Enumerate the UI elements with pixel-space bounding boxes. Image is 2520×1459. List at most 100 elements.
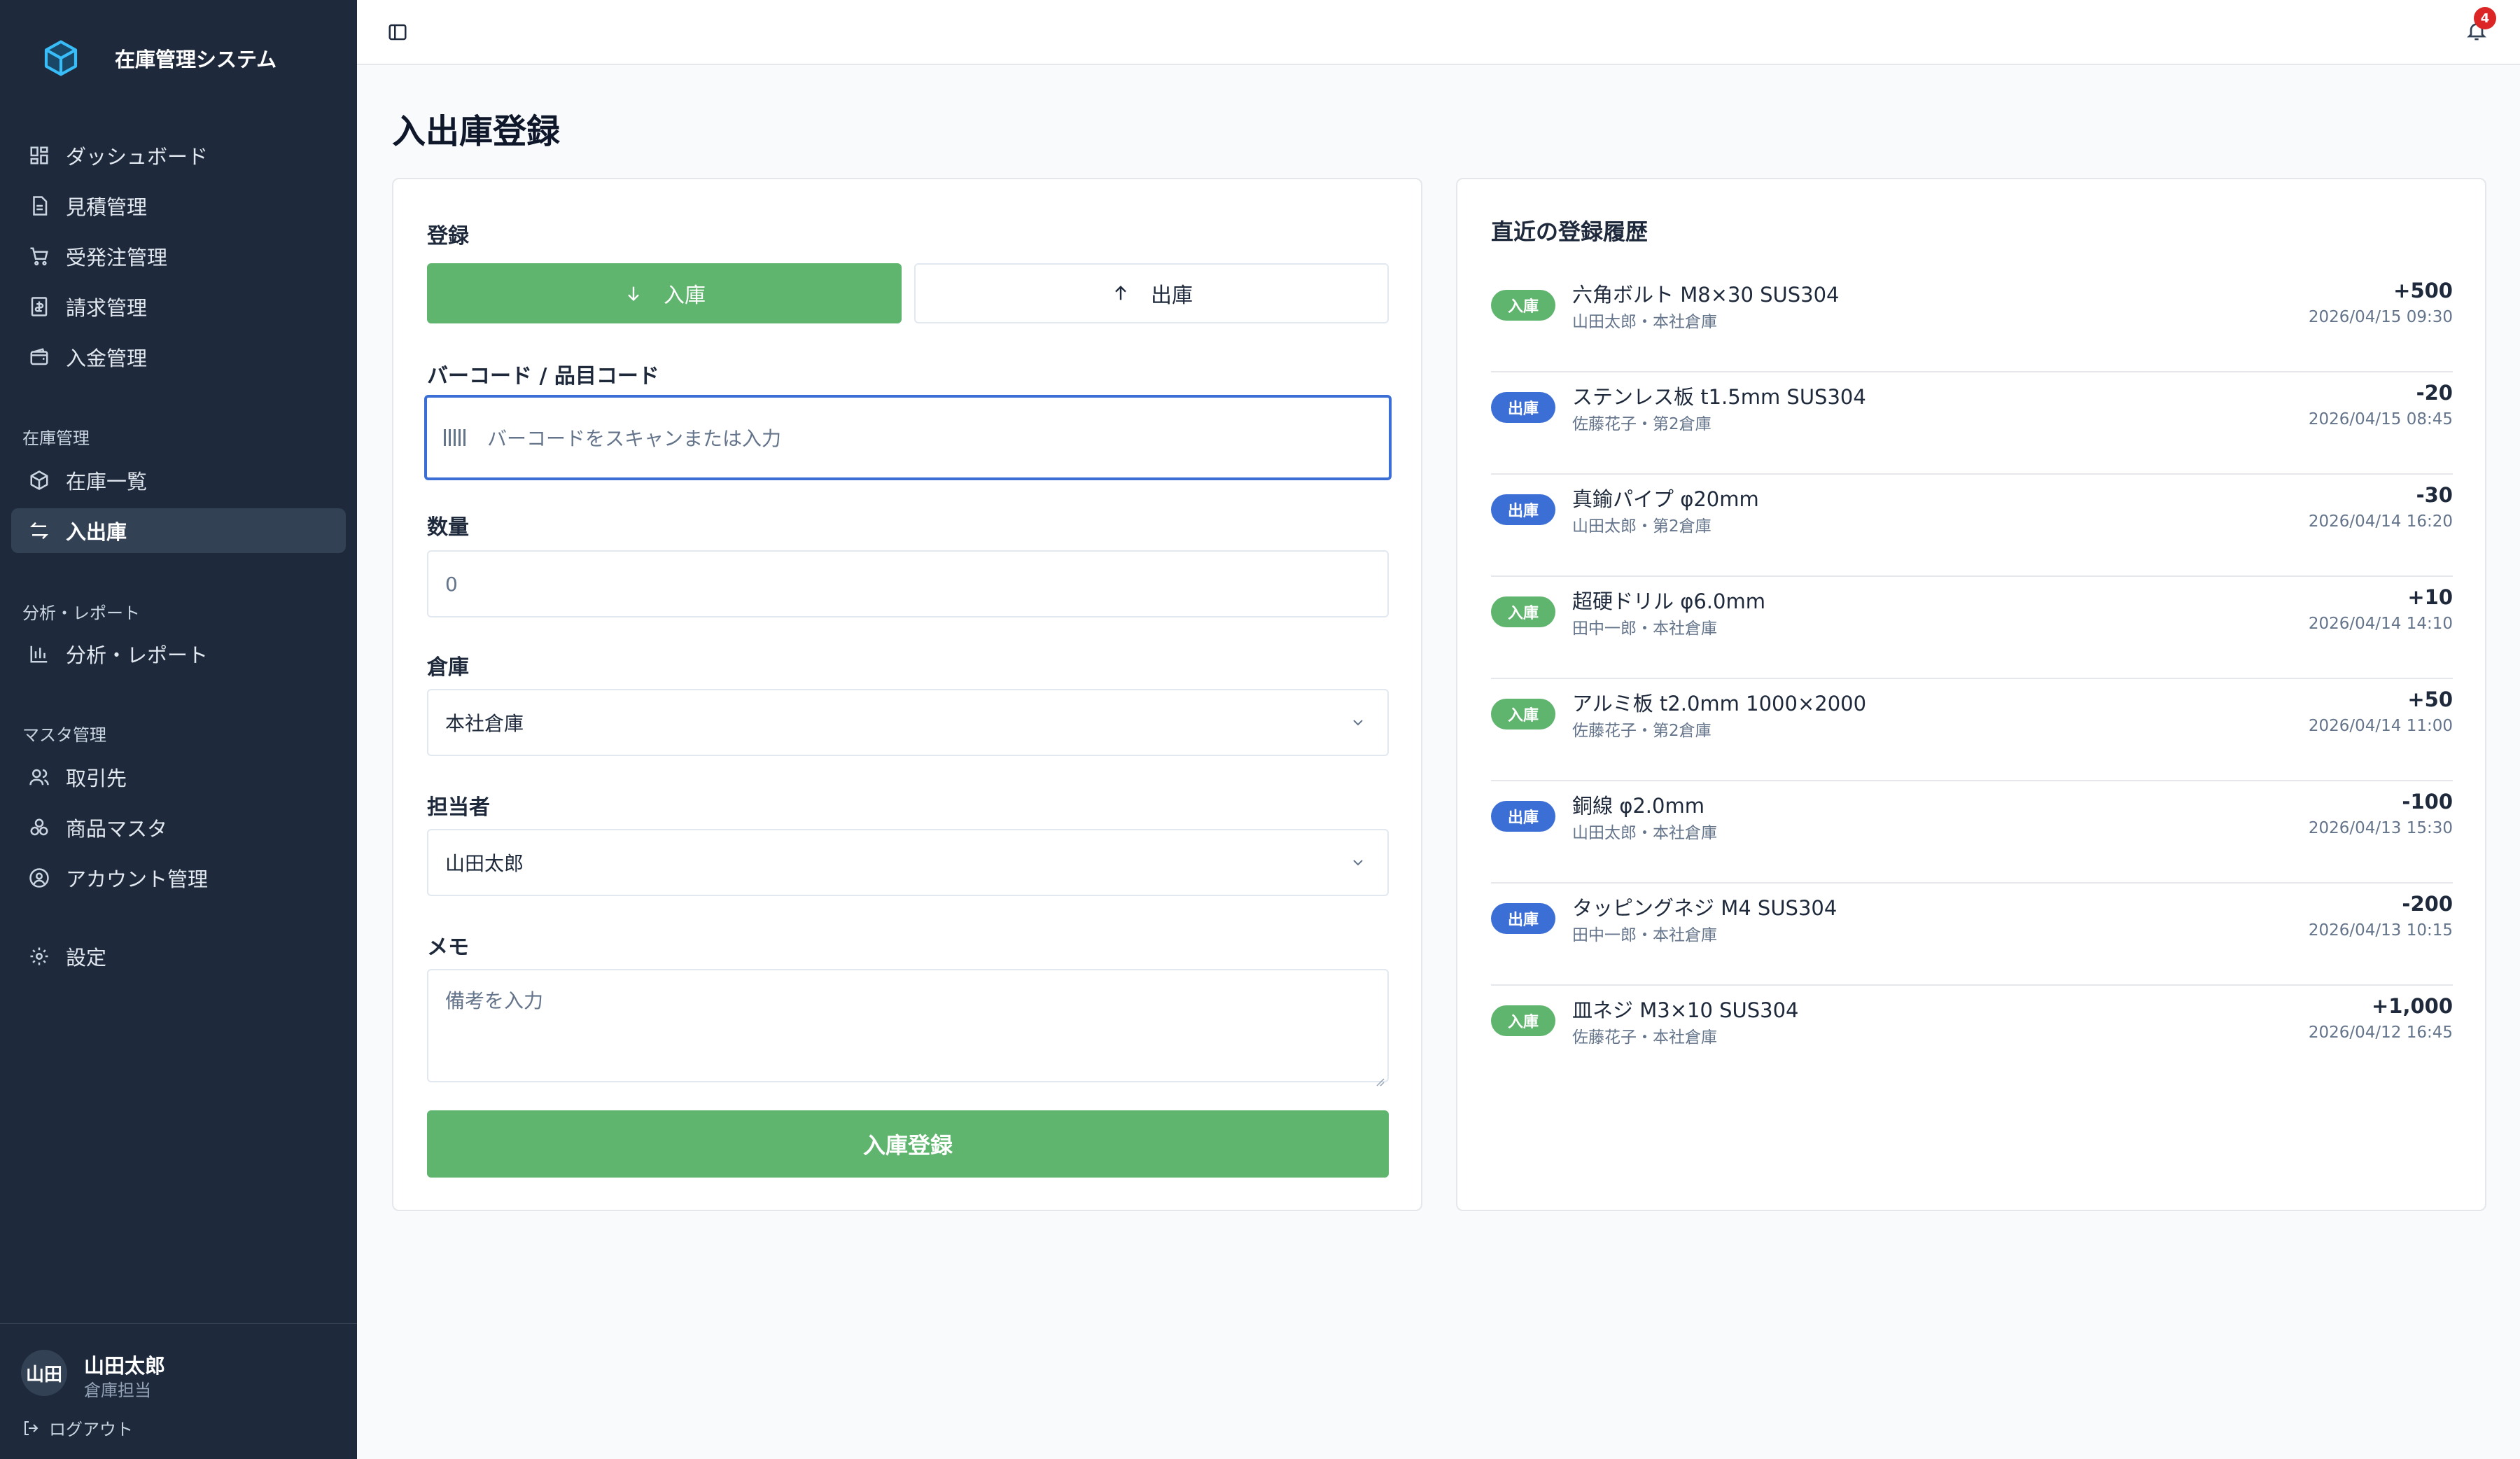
warehouse-select[interactable]: 本社倉庫 xyxy=(427,689,1389,756)
sidebar-item-label: 分析・レポート xyxy=(66,643,209,667)
sidebar: 在庫管理システム ダッシュボード 見積管理 受発注管理 請求管理 入金管理 在庫… xyxy=(0,0,357,1459)
item-quantity: +500 xyxy=(2393,279,2453,302)
item-name: 皿ネジ M3×10 SUS304 xyxy=(1572,998,1799,1022)
memo-placeholder: 備考を入力 xyxy=(445,989,544,1012)
sidebar-item-products[interactable]: 商品マスタ xyxy=(11,805,346,850)
section-master: マスタ管理 xyxy=(22,725,106,745)
item-meta: 田中一郎・本社倉庫 xyxy=(1572,926,1717,944)
document-icon xyxy=(28,195,50,217)
quantity-value: 0 xyxy=(445,572,458,596)
sidebar-item-label: ダッシュボード xyxy=(66,145,209,169)
item-meta: 山田太郎・本社倉庫 xyxy=(1572,313,1717,331)
item-name: 銅線 φ2.0mm xyxy=(1572,794,1704,818)
status-badge: 入庫 xyxy=(1491,699,1555,730)
user-role: 倉庫担当 xyxy=(84,1381,151,1400)
type-out-button[interactable]: 出庫 xyxy=(914,263,1389,323)
item-name: 超硬ドリル φ6.0mm xyxy=(1572,589,1765,613)
cart-icon xyxy=(28,245,50,267)
item-meta: 佐藤花子・本社倉庫 xyxy=(1572,1028,1717,1047)
sidebar-item-partners[interactable]: 取引先 xyxy=(11,755,346,800)
registration-form-card: 登録 入庫 出庫 バーコード / 品目コード バーコードをスキャンまたは入力 数… xyxy=(392,178,1422,1211)
sidebar-item-stock-io[interactable]: 入出庫 xyxy=(11,508,346,553)
sidebar-item-label: アカウント管理 xyxy=(66,867,209,891)
notification-bell-icon[interactable]: 4 xyxy=(2463,7,2496,45)
logout-link[interactable]: ログアウト xyxy=(22,1416,133,1440)
history-title: 直近の登録履歴 xyxy=(1491,218,1648,245)
status-badge: 出庫 xyxy=(1491,392,1555,423)
warehouse-value: 本社倉庫 xyxy=(445,712,524,735)
sidebar-toggle-icon[interactable] xyxy=(385,20,410,45)
memo-textarea[interactable]: 備考を入力 xyxy=(427,969,1389,1087)
section-analysis: 分析・レポート xyxy=(22,603,140,623)
quantity-input[interactable]: 0 xyxy=(427,550,1389,617)
sidebar-item-settings[interactable]: 設定 xyxy=(11,934,346,979)
item-quantity: -100 xyxy=(2402,790,2453,814)
page-title: 入出庫登録 xyxy=(392,112,561,151)
history-row[interactable]: 入庫 超硬ドリル φ6.0mm 田中一郎・本社倉庫 +10 2026/04/14… xyxy=(1491,577,2453,679)
sidebar-item-analysis[interactable]: 分析・レポート xyxy=(11,631,346,676)
item-quantity: +10 xyxy=(2407,585,2453,609)
chevron-down-icon xyxy=(1350,854,1366,871)
top-header: 4 xyxy=(357,0,2520,65)
history-row[interactable]: 入庫 六角ボルト M8×30 SUS304 山田太郎・本社倉庫 +500 202… xyxy=(1491,270,2453,372)
history-row[interactable]: 出庫 銅線 φ2.0mm 山田太郎・本社倉庫 -100 2026/04/13 1… xyxy=(1491,781,2453,884)
submit-button[interactable]: 入庫登録 xyxy=(427,1110,1389,1178)
item-meta: 佐藤花子・第2倉庫 xyxy=(1572,415,1712,433)
cube-logo-icon xyxy=(39,36,83,80)
sidebar-item-quotes[interactable]: 見積管理 xyxy=(11,183,346,228)
sidebar-item-stock-list[interactable]: 在庫一覧 xyxy=(11,458,346,503)
sidebar-item-label: 入金管理 xyxy=(66,347,148,370)
item-timestamp: 2026/04/15 09:30 xyxy=(2308,308,2453,326)
item-timestamp: 2026/04/15 08:45 xyxy=(2308,410,2453,428)
brand[interactable]: 在庫管理システム xyxy=(39,36,276,80)
history-row[interactable]: 入庫 皿ネジ M3×10 SUS304 佐藤花子・本社倉庫 +1,000 202… xyxy=(1491,986,2453,1088)
barcode-input[interactable]: バーコードをスキャンまたは入力 xyxy=(424,395,1392,480)
status-badge: 出庫 xyxy=(1491,494,1555,525)
status-badge: 入庫 xyxy=(1491,596,1555,627)
sidebar-item-dashboard[interactable]: ダッシュボード xyxy=(11,133,346,178)
status-badge: 出庫 xyxy=(1491,903,1555,934)
dashboard-icon xyxy=(28,144,50,167)
sidebar-item-orders[interactable]: 受発注管理 xyxy=(11,234,346,279)
sidebar-item-accounts[interactable]: アカウント管理 xyxy=(11,856,346,900)
item-timestamp: 2026/04/13 10:15 xyxy=(2308,921,2453,940)
status-badge: 出庫 xyxy=(1491,801,1555,832)
status-badge: 入庫 xyxy=(1491,290,1555,321)
history-row[interactable]: 入庫 アルミ板 t2.0mm 1000×2000 佐藤花子・第2倉庫 +50 2… xyxy=(1491,679,2453,781)
sidebar-item-invoices[interactable]: 請求管理 xyxy=(11,284,346,329)
app-title: 在庫管理システム xyxy=(115,48,277,71)
swap-icon xyxy=(28,519,50,542)
person-select[interactable]: 山田太郎 xyxy=(427,829,1389,896)
item-timestamp: 2026/04/14 16:20 xyxy=(2308,512,2453,531)
history-row[interactable]: 出庫 真鍮パイプ φ20mm 山田太郎・第2倉庫 -30 2026/04/14 … xyxy=(1491,475,2453,577)
sidebar-item-payments[interactable]: 入金管理 xyxy=(11,335,346,379)
resize-handle-icon[interactable] xyxy=(1375,1068,1385,1087)
user-name: 山田太郎 xyxy=(84,1354,166,1378)
type-in-label: 入庫 xyxy=(664,284,706,308)
person-value: 山田太郎 xyxy=(445,852,524,875)
logout-label: ログアウト xyxy=(49,1420,133,1439)
item-name: タッピングネジ M4 SUS304 xyxy=(1572,896,1837,920)
item-timestamp: 2026/04/12 16:45 xyxy=(2308,1024,2453,1042)
sidebar-item-label: 在庫一覧 xyxy=(66,470,148,494)
invoice-icon xyxy=(28,295,50,318)
item-timestamp: 2026/04/14 14:10 xyxy=(2308,615,2453,633)
sidebar-item-label: 設定 xyxy=(66,946,107,970)
sidebar-item-label: 受発注管理 xyxy=(66,246,168,270)
gear-icon xyxy=(28,945,50,968)
item-meta: 田中一郎・本社倉庫 xyxy=(1572,620,1717,638)
avatar[interactable]: 山田 xyxy=(21,1350,67,1396)
item-timestamp: 2026/04/13 15:30 xyxy=(2308,819,2453,837)
status-badge: 入庫 xyxy=(1491,1005,1555,1036)
history-row[interactable]: 出庫 ステンレス板 t1.5mm SUS304 佐藤花子・第2倉庫 -20 20… xyxy=(1491,372,2453,475)
barcode-placeholder: バーコードをスキャンまたは入力 xyxy=(487,427,782,450)
item-name: アルミ板 t2.0mm 1000×2000 xyxy=(1572,692,1867,715)
item-meta: 佐藤花子・第2倉庫 xyxy=(1572,722,1712,740)
type-in-button[interactable]: 入庫 xyxy=(427,263,902,323)
sidebar-divider xyxy=(0,1323,357,1324)
sidebar-item-label: 取引先 xyxy=(66,767,127,790)
history-row[interactable]: 出庫 タッピングネジ M4 SUS304 田中一郎・本社倉庫 -200 2026… xyxy=(1491,884,2453,986)
person-label: 担当者 xyxy=(427,795,490,820)
memo-label: メモ xyxy=(427,935,469,960)
item-quantity: +50 xyxy=(2407,687,2453,711)
